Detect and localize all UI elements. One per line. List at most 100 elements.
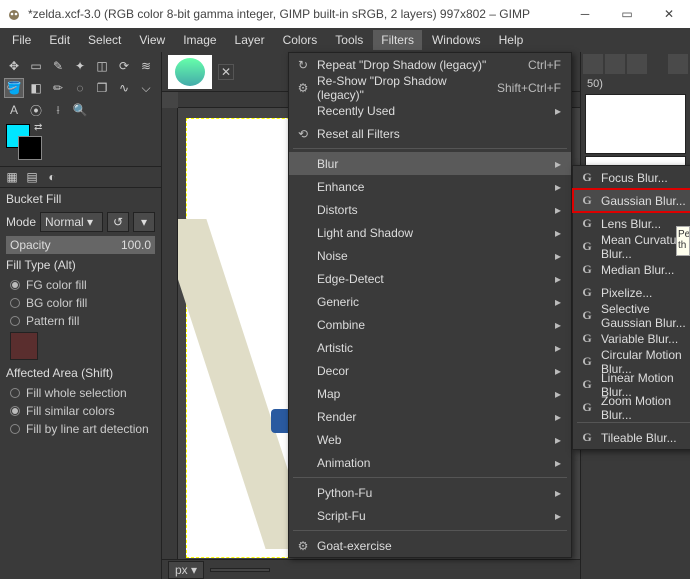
- opacity-slider[interactable]: Opacity 100.0: [6, 236, 155, 254]
- menu-item-goat-exercise[interactable]: ⚙Goat-exercise: [289, 534, 571, 557]
- menu-item-light-shadow[interactable]: Light and Shadow▸: [289, 221, 571, 244]
- image-tab-thumbnail[interactable]: [168, 55, 212, 89]
- gegl-icon: G: [579, 354, 595, 369]
- status-bar: px ▾: [162, 559, 580, 579]
- brush-preview-thumb[interactable]: [585, 94, 686, 154]
- status-unit-selector[interactable]: px ▾: [168, 561, 204, 579]
- tool-warp-icon[interactable]: ≋: [136, 56, 156, 76]
- menu-item-blur[interactable]: Blur▸: [289, 152, 571, 175]
- menu-item-reshow[interactable]: ⚙Re-Show "Drop Shadow (legacy)"Shift+Ctr…: [289, 76, 571, 99]
- tool-bucket-fill-icon[interactable]: 🪣: [4, 78, 24, 98]
- dock-menu-icon[interactable]: [668, 54, 688, 74]
- dock-tab-icon[interactable]: [605, 54, 625, 74]
- tool-transform-icon[interactable]: ⟳: [114, 56, 134, 76]
- menu-item-combine[interactable]: Combine▸: [289, 313, 571, 336]
- menu-item-decor[interactable]: Decor▸: [289, 359, 571, 382]
- status-zoom-field[interactable]: [210, 568, 270, 572]
- menu-file[interactable]: File: [4, 30, 39, 50]
- menu-item-map[interactable]: Map▸: [289, 382, 571, 405]
- menu-item-generic[interactable]: Generic▸: [289, 290, 571, 313]
- submenu-item-gaussian-blur[interactable]: GGaussian Blur...: [573, 189, 690, 212]
- tool-rect-select-icon[interactable]: ▭: [26, 56, 46, 76]
- mode-reset-button[interactable]: ↺: [107, 212, 129, 232]
- submenu-item-zoom-motion[interactable]: GZoom Motion Blur...: [573, 396, 690, 419]
- gegl-icon: G: [579, 239, 595, 254]
- menu-item-web[interactable]: Web▸: [289, 428, 571, 451]
- filltype-label: Fill Type (Alt): [0, 256, 161, 276]
- pattern-indicator-icon[interactable]: ▤: [24, 169, 40, 185]
- pattern-fill-radio[interactable]: Pattern fill: [0, 312, 161, 330]
- tool-options-title: Bucket Fill: [0, 187, 161, 210]
- menu-tools[interactable]: Tools: [327, 30, 371, 50]
- tool-move-icon[interactable]: ✥: [4, 56, 24, 76]
- fill-whole-selection-radio[interactable]: Fill whole selection: [0, 384, 161, 402]
- window-title: *zelda.xcf-3.0 (RGB color 8-bit gamma in…: [28, 7, 564, 21]
- tool-clone-icon[interactable]: ❐: [92, 78, 112, 98]
- menu-windows[interactable]: Windows: [424, 30, 489, 50]
- left-dock: ✥ ▭ ✎ ✦ ◫ ⟳ ≋ 🪣 ◧ ✏ ◌ ❐ ∿ ⌵ A ⦿ ⟊ 🔍 ⇄ ▦ …: [0, 52, 162, 579]
- window-close-button[interactable]: ✕: [648, 0, 690, 28]
- gradient-indicator-icon[interactable]: ◐: [44, 169, 60, 185]
- gegl-icon: G: [579, 285, 595, 300]
- fill-lineart-radio[interactable]: Fill by line art detection: [0, 420, 161, 438]
- mode-menu-button[interactable]: ▾: [133, 212, 155, 232]
- tool-color-picker-icon[interactable]: ⦿: [26, 100, 46, 120]
- menu-item-noise[interactable]: Noise▸: [289, 244, 571, 267]
- menu-item-edge-detect[interactable]: Edge-Detect▸: [289, 267, 571, 290]
- menu-item-artistic[interactable]: Artistic▸: [289, 336, 571, 359]
- menu-edit[interactable]: Edit: [41, 30, 78, 50]
- gegl-icon: G: [579, 377, 595, 392]
- menu-image[interactable]: Image: [175, 30, 224, 50]
- submenu-item-focus-blur[interactable]: GFocus Blur...: [573, 166, 690, 189]
- menu-colors[interactable]: Colors: [275, 30, 326, 50]
- bg-color-fill-radio[interactable]: BG color fill: [0, 294, 161, 312]
- fill-similar-colors-radio[interactable]: Fill similar colors: [0, 402, 161, 420]
- tool-measure-icon[interactable]: ⟊: [48, 100, 68, 120]
- submenu-item-selective-gaussian[interactable]: GSelective Gaussian Blur...: [573, 304, 690, 327]
- background-color-swatch[interactable]: [18, 136, 42, 160]
- menu-view[interactable]: View: [131, 30, 173, 50]
- submenu-item-mean-curvature[interactable]: GMean Curvature Blur...: [573, 235, 690, 258]
- submenu-item-tileable-blur[interactable]: GTileable Blur...: [573, 426, 690, 449]
- dock-tab-icon[interactable]: [583, 54, 603, 74]
- menu-item-script-fu[interactable]: Script-Fu▸: [289, 504, 571, 527]
- blur-submenu: GFocus Blur... GGaussian Blur... GLens B…: [572, 165, 690, 450]
- mode-dropdown[interactable]: Normal ▾: [40, 212, 103, 232]
- submenu-item-median-blur[interactable]: GMedian Blur...: [573, 258, 690, 281]
- menu-item-python-fu[interactable]: Python-Fu▸: [289, 481, 571, 504]
- window-minimize-button[interactable]: ─: [564, 0, 606, 28]
- plugin-icon: ⚙: [295, 539, 311, 553]
- fg-color-fill-radio[interactable]: FG color fill: [0, 276, 161, 294]
- menu-layer[interactable]: Layer: [227, 30, 273, 50]
- menu-item-recently-used[interactable]: Recently Used▸: [289, 99, 571, 122]
- tool-zoom-icon[interactable]: 🔍: [70, 100, 90, 120]
- tool-free-select-icon[interactable]: ✎: [48, 56, 68, 76]
- tool-gradient-icon[interactable]: ◧: [26, 78, 46, 98]
- tool-crop-icon[interactable]: ◫: [92, 56, 112, 76]
- window-maximize-button[interactable]: ▭: [606, 0, 648, 28]
- menu-item-enhance[interactable]: Enhance▸: [289, 175, 571, 198]
- gegl-icon: G: [579, 331, 595, 346]
- gegl-icon: G: [579, 170, 595, 185]
- dock-tab-icon[interactable]: [627, 54, 647, 74]
- tool-text-icon[interactable]: A: [4, 100, 24, 120]
- tool-eraser-icon[interactable]: ◌: [70, 78, 90, 98]
- tool-smudge-icon[interactable]: ∿: [114, 78, 134, 98]
- menu-filters[interactable]: Filters: [373, 30, 422, 50]
- pattern-preview[interactable]: [10, 332, 38, 360]
- tool-path-icon[interactable]: ⌵: [136, 78, 156, 98]
- tool-fuzzy-select-icon[interactable]: ✦: [70, 56, 90, 76]
- menu-item-distorts[interactable]: Distorts▸: [289, 198, 571, 221]
- menu-item-render[interactable]: Render▸: [289, 405, 571, 428]
- swap-colors-icon[interactable]: ⇄: [34, 122, 42, 133]
- image-tab-close-icon[interactable]: ✕: [218, 64, 234, 80]
- menu-item-reset-filters[interactable]: ⟲Reset all Filters: [289, 122, 571, 145]
- reshow-icon: ⚙: [295, 81, 311, 95]
- menu-help[interactable]: Help: [491, 30, 532, 50]
- tool-pencil-icon[interactable]: ✏: [48, 78, 68, 98]
- toolbox-indicator-row: ▦ ▤ ◐: [0, 166, 161, 187]
- menu-select[interactable]: Select: [80, 30, 129, 50]
- menu-item-animation[interactable]: Animation▸: [289, 451, 571, 474]
- vertical-ruler[interactable]: [162, 108, 178, 559]
- brush-indicator-icon[interactable]: ▦: [4, 169, 20, 185]
